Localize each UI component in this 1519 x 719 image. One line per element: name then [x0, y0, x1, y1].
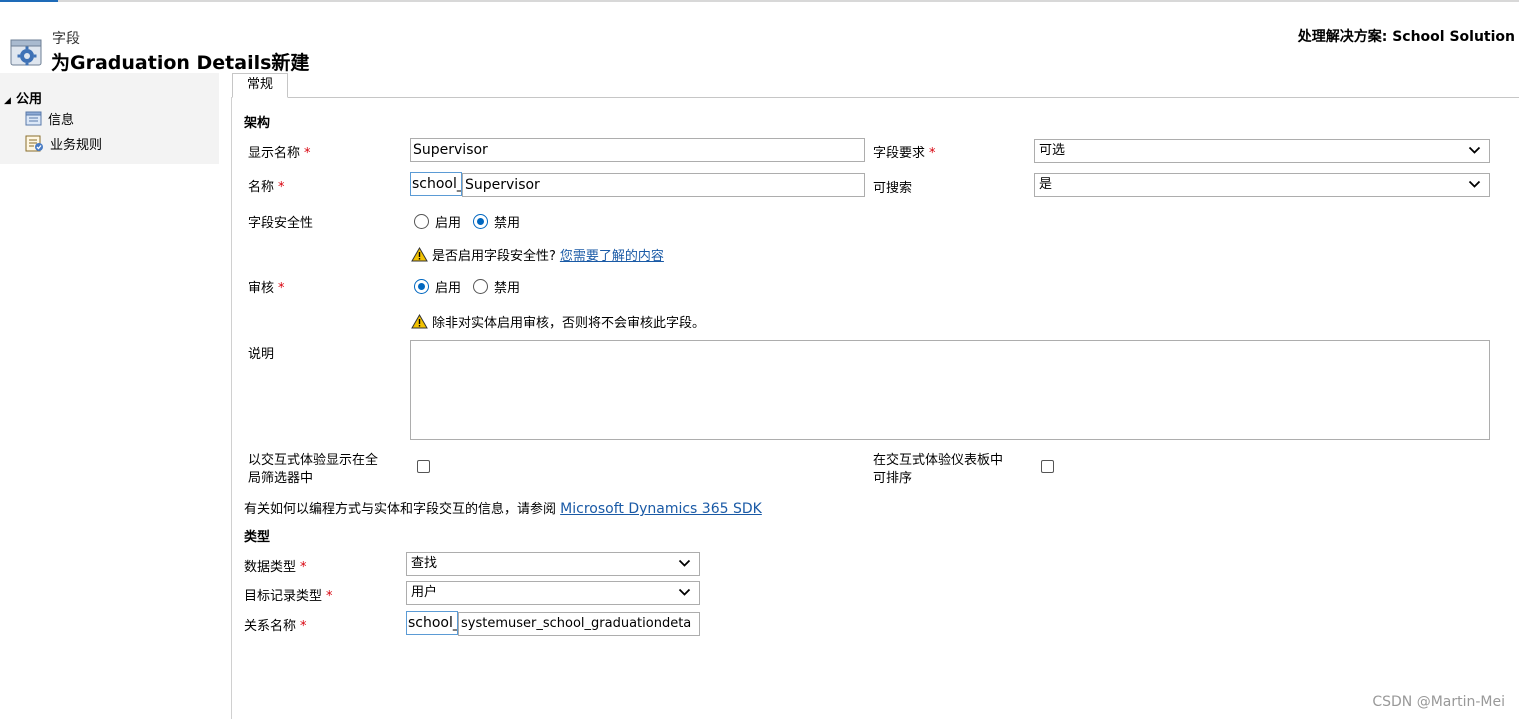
radio-label: 启用 [435, 216, 462, 231]
data-type-select[interactable]: 查找 [406, 552, 700, 576]
required-asterisk: * [929, 146, 936, 161]
auditing-warning: 除非对实体启用审核，否则将不会审核此字段。 [411, 312, 705, 331]
collapse-triangle-icon[interactable]: ◢ [4, 96, 16, 106]
searchable-select[interactable]: 是 [1034, 173, 1490, 197]
required-asterisk: * [300, 619, 307, 634]
name-prefix: school_ [410, 172, 462, 196]
sortable-label: 在交互式体验仪表板中 可排序 [873, 453, 1004, 486]
required-asterisk: * [278, 180, 285, 195]
target-record-type-label: 目标记录类型 * [244, 589, 333, 604]
field-requirement-select[interactable]: 可选 [1034, 139, 1490, 163]
sortable-checkbox[interactable] [1041, 460, 1054, 473]
relationship-prefix: school_ [406, 611, 458, 635]
warning-icon [411, 314, 428, 329]
warning-text: 除非对实体启用审核，否则将不会审核此字段。 [432, 316, 706, 331]
searchable-label: 可搜索 [873, 181, 913, 196]
watermark: CSDN @Martin-Mei [1372, 694, 1505, 710]
target-record-type-value: 用户 [411, 585, 438, 600]
required-asterisk: * [300, 560, 307, 575]
learn-more-link[interactable]: 您需要了解的内容 [560, 245, 664, 264]
radio-label: 禁用 [494, 281, 521, 296]
nav-item-business-rules[interactable]: 业务规则 [25, 134, 102, 153]
section-schema-title: 架构 [244, 116, 271, 131]
warning-icon [411, 247, 428, 262]
display-name-input[interactable]: Supervisor [410, 138, 865, 162]
radio-label: 启用 [435, 281, 462, 296]
top-border [0, 0, 1519, 2]
sdk-note: 有关如何以编程方式与实体和字段交互的信息，请参阅 Microsoft Dynam… [244, 501, 762, 517]
field-requirement-value: 可选 [1039, 143, 1066, 158]
solution-label: 处理解决方案: School Solution [1297, 29, 1515, 45]
section-type-title: 类型 [244, 530, 271, 545]
field-security-disable-radio[interactable] [473, 214, 489, 229]
field-requirement-label: 字段要求 * [873, 146, 936, 161]
description-label: 说明 [248, 347, 275, 362]
info-page-icon [25, 111, 42, 126]
name-label: 名称 * [248, 180, 285, 195]
chevron-down-icon [678, 588, 691, 596]
searchable-value: 是 [1039, 177, 1053, 192]
required-asterisk: * [278, 281, 285, 296]
page-title: 为Graduation Details新建 [51, 52, 310, 74]
target-record-type-select[interactable]: 用户 [406, 581, 700, 605]
required-asterisk: * [304, 146, 311, 161]
tab-divider [287, 97, 1519, 98]
content-left-border [231, 97, 232, 719]
radio-label: 禁用 [494, 216, 521, 231]
required-asterisk: * [326, 589, 333, 604]
global-filter-checkbox[interactable] [417, 460, 430, 473]
business-rules-icon [25, 135, 43, 152]
auditing-enable-radio[interactable] [414, 279, 429, 294]
name-input[interactable]: Supervisor [462, 173, 865, 197]
chevron-down-icon [1468, 146, 1481, 154]
auditing-label: 审核 * [248, 281, 285, 296]
nav-group-label: 公用 [16, 92, 43, 107]
field-security-radio-group: 启用 禁用 [414, 212, 532, 231]
field-settings-icon [10, 37, 43, 67]
display-name-label: 显示名称 * [248, 146, 311, 161]
field-security-label: 字段安全性 [248, 216, 314, 231]
top-accent-bar [0, 0, 58, 2]
chevron-down-icon [678, 559, 691, 567]
auditing-disable-radio[interactable] [473, 279, 489, 294]
relationship-name-label: 关系名称 * [244, 619, 307, 634]
field-security-enable-radio[interactable] [414, 214, 429, 229]
sdk-link[interactable]: Microsoft Dynamics 365 SDK [560, 501, 762, 517]
chevron-down-icon [1468, 180, 1481, 188]
nav-item-info[interactable]: 信息 [25, 109, 74, 128]
field-security-warning: 是否启用字段安全性? 您需要了解的内容 [411, 245, 664, 264]
nav-item-label: 业务规则 [50, 138, 103, 153]
global-filter-label: 以交互式体验显示在全 局筛选器中 [248, 453, 379, 486]
description-textarea[interactable] [410, 340, 1490, 440]
data-type-label: 数据类型 * [244, 560, 307, 575]
nav-item-label: 信息 [48, 113, 75, 128]
data-type-value: 查找 [411, 556, 438, 571]
tab-general[interactable]: 常规 [232, 73, 288, 98]
relationship-name-input[interactable]: systemuser_school_graduationdeta [458, 612, 700, 636]
nav-group-common[interactable]: ◢ 公用 [4, 88, 42, 107]
auditing-radio-group: 启用 禁用 [414, 277, 532, 296]
warning-text: 是否启用字段安全性? [432, 249, 556, 264]
entity-type-label: 字段 [52, 31, 80, 47]
